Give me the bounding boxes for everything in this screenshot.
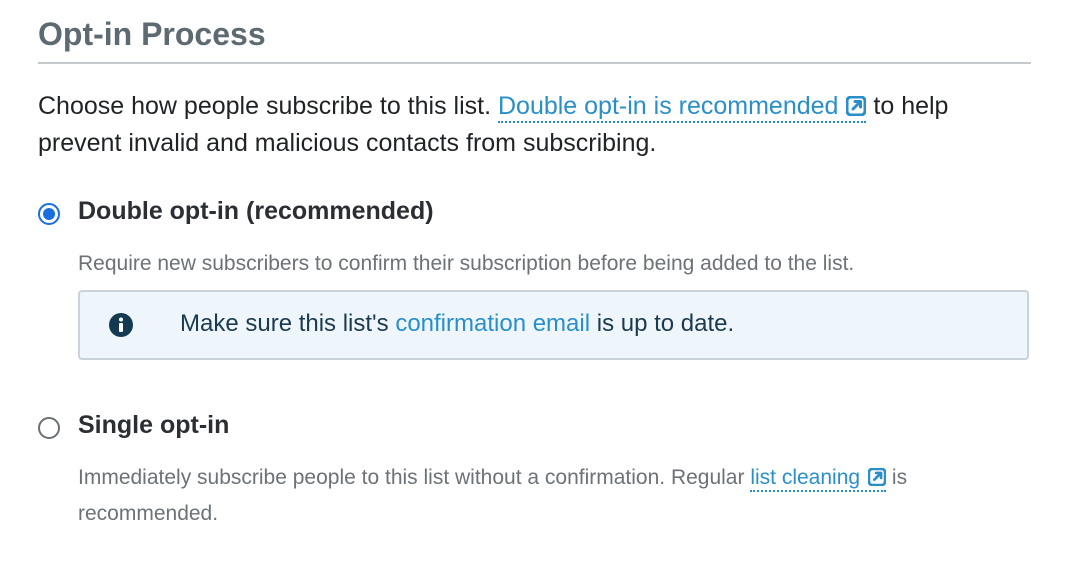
single-opt-in-label[interactable]: Single opt-in bbox=[78, 411, 229, 440]
notice-text: Make sure this list's confirmation email… bbox=[180, 310, 734, 338]
double-opt-in-help-link-label: Double opt-in is recommended bbox=[497, 92, 839, 120]
double-opt-in-help-link[interactable]: Double opt-in is recommended bbox=[497, 92, 867, 123]
double-opt-in-radio[interactable] bbox=[38, 203, 60, 225]
intro-text-start: Choose how people subscribe to this list… bbox=[38, 92, 498, 120]
title-divider bbox=[38, 62, 1031, 64]
confirmation-email-notice: Make sure this list's confirmation email… bbox=[78, 290, 1029, 360]
external-link-icon bbox=[868, 468, 887, 486]
single-opt-in-description: Immediately subscribe people to this lis… bbox=[78, 460, 1029, 532]
notice-text-end: is up to date. bbox=[590, 310, 735, 337]
double-opt-in-label[interactable]: Double opt-in (recommended) bbox=[78, 197, 434, 226]
intro-text: Choose how people subscribe to this list… bbox=[38, 88, 1031, 162]
opt-in-section: Opt-in Process Choose how people subscri… bbox=[38, 0, 1031, 525]
notice-text-start: Make sure this list's bbox=[180, 310, 396, 337]
confirmation-email-link[interactable]: confirmation email bbox=[395, 310, 590, 337]
single-opt-in-description-start: Immediately subscribe people to this lis… bbox=[78, 466, 751, 489]
external-link-icon bbox=[846, 96, 867, 116]
list-cleaning-link[interactable]: list cleaning bbox=[750, 466, 887, 492]
double-opt-in-description: Require new subscribers to confirm their… bbox=[78, 252, 855, 275]
list-cleaning-link-label: list cleaning bbox=[750, 466, 861, 489]
single-opt-in-radio[interactable] bbox=[38, 417, 60, 439]
section-title: Opt-in Process bbox=[38, 16, 266, 52]
info-icon bbox=[109, 313, 133, 337]
